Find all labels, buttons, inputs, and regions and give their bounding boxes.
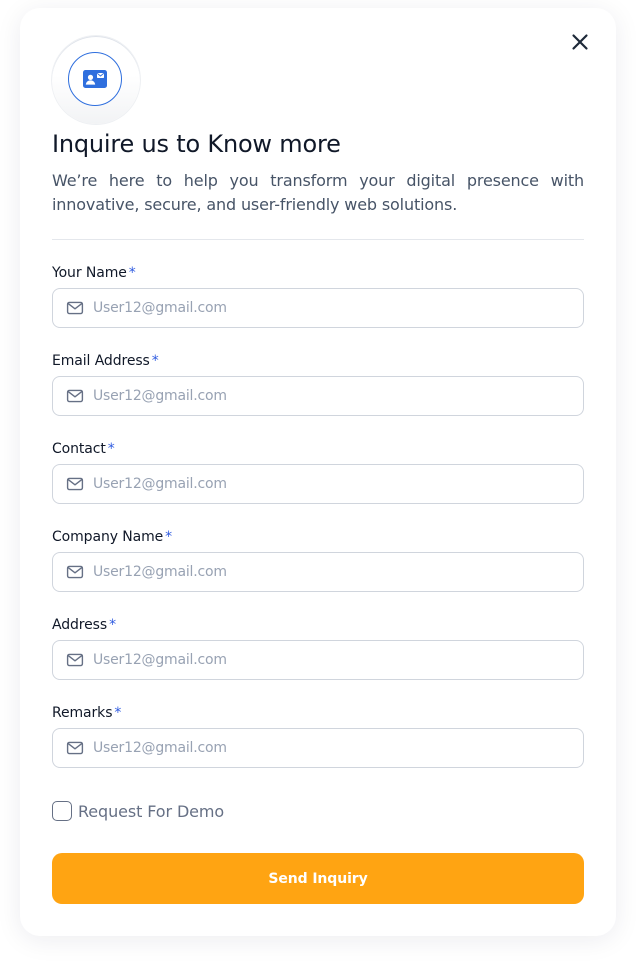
mail-icon (66, 651, 84, 669)
remarks-field[interactable] (52, 728, 584, 768)
required-marker: * (114, 705, 122, 721)
inquiry-dialog: Inquire us to Know more We’re here to he… (20, 8, 616, 936)
contact-label: Contact * (52, 441, 115, 457)
required-marker: * (128, 265, 136, 281)
contact-field[interactable] (52, 464, 584, 504)
required-marker: * (165, 529, 173, 545)
required-marker: * (151, 353, 159, 369)
required-marker: * (107, 441, 115, 457)
email-address-input[interactable] (93, 388, 553, 404)
divider (52, 239, 584, 240)
remarks-input[interactable] (93, 740, 553, 756)
mail-icon (66, 563, 84, 581)
contact-card-icon (83, 70, 107, 88)
request-demo-label[interactable]: Request For Demo (78, 802, 224, 821)
close-icon (572, 34, 588, 50)
your-name-field[interactable] (52, 288, 584, 328)
company-name-label: Company Name * (52, 529, 173, 545)
remarks-label: Remarks * (52, 705, 122, 721)
your-name-label: Your Name * (52, 265, 136, 281)
close-button[interactable] (568, 30, 592, 54)
mail-icon (66, 299, 84, 317)
required-marker: * (109, 617, 116, 633)
company-name-field[interactable] (52, 552, 584, 592)
dialog-badge-ring (68, 52, 122, 106)
mail-icon (66, 387, 84, 405)
dialog-badge (52, 36, 140, 124)
address-field[interactable] (52, 640, 584, 680)
mail-icon (66, 475, 84, 493)
email-address-field[interactable] (52, 376, 584, 416)
dialog-title: Inquire us to Know more (52, 130, 341, 158)
dialog-subtitle: We’re here to help you transform your di… (52, 171, 584, 214)
request-demo-checkbox[interactable] (52, 801, 72, 821)
your-name-input[interactable] (93, 300, 553, 316)
email-address-label: Email Address * (52, 353, 159, 369)
contact-input[interactable] (93, 476, 553, 492)
mail-icon (66, 739, 84, 757)
company-name-input[interactable] (93, 564, 553, 580)
address-input[interactable] (93, 652, 553, 668)
send-inquiry-button[interactable]: Send Inquiry (52, 853, 584, 904)
request-demo-option[interactable]: Request For Demo (52, 800, 224, 822)
address-label: Address * (52, 617, 116, 633)
